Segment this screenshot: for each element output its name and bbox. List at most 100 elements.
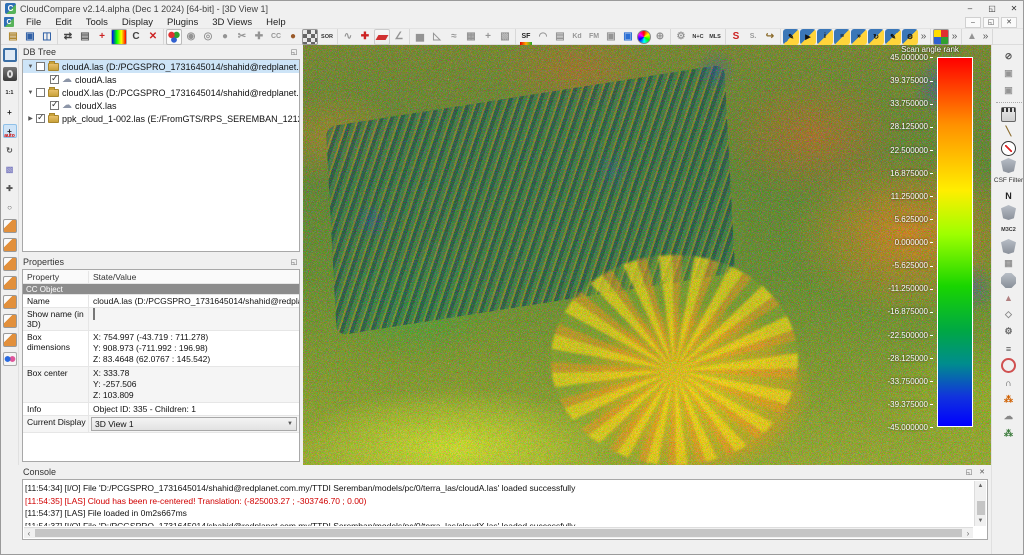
ellipser-icon[interactable] — [1001, 358, 1016, 373]
kd-tree-icon[interactable]: Kd — [569, 29, 585, 45]
treeiso-icon[interactable]: ⁂ — [1001, 426, 1016, 441]
menu-edit[interactable]: Edit — [48, 16, 78, 29]
trace-polyline-icon[interactable]: ∿ — [340, 29, 356, 45]
left-view-icon[interactable] — [3, 276, 17, 290]
mdi-restore-button[interactable]: ◱ — [983, 17, 999, 28]
show-name-checkbox[interactable] — [93, 308, 95, 320]
camera-settings-icon[interactable] — [3, 67, 17, 81]
rgb-colors-icon[interactable] — [166, 29, 182, 45]
masc-icon[interactable]: ⁂ — [1001, 392, 1016, 407]
normals-compute-icon[interactable]: N+C — [690, 29, 706, 45]
db-tree-float-button[interactable]: ◱ — [289, 48, 299, 56]
minimize-button[interactable]: – — [959, 1, 981, 16]
facets-icon[interactable] — [1001, 158, 1016, 173]
clone-icon[interactable]: ◫ — [39, 29, 55, 45]
expander-icon[interactable]: ▶ — [26, 115, 35, 122]
clay-icon[interactable]: ● — [285, 29, 301, 45]
step-plugin-icon[interactable]: S. — [745, 29, 761, 45]
magnet-icon[interactable]: ∩ — [1001, 375, 1016, 390]
sor-filter-icon[interactable]: SOR — [319, 29, 335, 45]
zoom-lens-icon[interactable]: ○ — [3, 200, 17, 214]
csf-normals-icon[interactable]: N — [1001, 188, 1016, 203]
scroll-right-icon[interactable]: › — [963, 529, 973, 538]
toolbar-overflow-icon-1[interactable]: » — [919, 29, 928, 45]
m3c2-icon[interactable]: M3C2 — [1001, 222, 1016, 237]
expander-icon[interactable]: ▼ — [26, 64, 35, 70]
level-icon[interactable]: ∠ — [391, 29, 407, 45]
toolbar-overflow-icon-2[interactable]: » — [950, 29, 959, 45]
python-run-icon[interactable]: ▶ — [800, 29, 816, 45]
python-exec-icon[interactable]: » — [851, 29, 867, 45]
horizontal-scroll-thumb[interactable] — [35, 529, 962, 537]
rotate-view-icon[interactable]: ↻ — [3, 143, 17, 157]
visibility-checkbox[interactable] — [50, 75, 59, 84]
plugin-colors-icon[interactable] — [933, 29, 949, 45]
toolbar-overflow-icon-3[interactable]: » — [981, 29, 990, 45]
visibility-checkbox[interactable] — [36, 88, 45, 97]
pcv-disable-icon[interactable]: ⊘ — [1001, 49, 1016, 64]
bottom-view-icon[interactable] — [3, 314, 17, 328]
ransac-icon[interactable]: ▲ — [1001, 290, 1016, 305]
stereo-mode-icon[interactable] — [3, 352, 17, 366]
fm-icon[interactable]: FM — [586, 29, 602, 45]
python-file-icon[interactable]: ≡ — [834, 29, 850, 45]
srs-icon[interactable]: ▦ — [1001, 256, 1016, 271]
terrain-cloud-icon[interactable]: ▲ — [964, 29, 980, 45]
visibility-checkbox[interactable] — [50, 101, 59, 110]
interactive-translate-icon[interactable]: ✚ — [357, 29, 373, 45]
connected-components-icon[interactable]: CC — [268, 29, 284, 45]
front-view-icon[interactable] — [3, 238, 17, 252]
tree-item-cloudx-las[interactable]: ☁cloudX.las — [23, 99, 299, 112]
globe-icon[interactable]: ⊕ — [652, 29, 668, 45]
python-edit-icon[interactable]: ✎ — [885, 29, 901, 45]
open-icon[interactable]: ▤ — [5, 29, 21, 45]
mdi-minimize-button[interactable]: – — [965, 17, 981, 28]
segment-icon[interactable]: ✂ — [234, 29, 250, 45]
pcl-layers-icon[interactable]: ≡ — [1001, 341, 1016, 356]
image-align-icon[interactable]: ▣ — [1001, 66, 1016, 81]
broom-icon[interactable]: ╲ — [1001, 124, 1016, 139]
python-reload-icon[interactable]: ↻ — [868, 29, 884, 45]
display-settings-icon[interactable] — [3, 48, 17, 62]
pcv-icon[interactable]: ▣ — [620, 29, 636, 45]
python-info-icon[interactable]: i — [817, 29, 833, 45]
visibility-checkbox[interactable] — [36, 114, 45, 123]
delete-icon[interactable]: ✕ — [145, 29, 161, 45]
interactive-rotate-icon[interactable] — [374, 29, 390, 45]
plane-fit-icon[interactable]: ◺ — [429, 29, 445, 45]
apply-transform-icon[interactable]: C — [128, 29, 144, 45]
restore-button[interactable]: ◱ — [981, 1, 1003, 16]
dome-icon[interactable]: ◠ — [535, 29, 551, 45]
compass-icon[interactable] — [1001, 141, 1016, 156]
canupo-icon[interactable] — [1001, 239, 1016, 254]
pick-rotation-center-icon[interactable]: + — [3, 105, 17, 119]
bubble-view-icon[interactable]: ▧ — [3, 162, 17, 176]
cross-section-icon[interactable]: ✚ — [251, 29, 267, 45]
height-ramp-icon[interactable] — [111, 29, 127, 45]
menu-plugins[interactable]: Plugins — [160, 16, 205, 29]
console-horizontal-scrollbar[interactable]: ‹ › — [24, 527, 973, 538]
color-wheel-icon[interactable] — [637, 30, 651, 44]
mesh-plugin-icon[interactable]: ⚙ — [673, 29, 689, 45]
tree-item-cloudx-las-group[interactable]: ▼cloudX.las (D:/PCGSPRO_1731645014/shahi… — [23, 86, 299, 99]
scroll-left-icon[interactable]: ‹ — [24, 529, 34, 538]
sketchfab-icon[interactable]: S — [728, 29, 744, 45]
cloud-layers-icon[interactable]: ☁ — [1001, 409, 1016, 424]
menu-file[interactable]: File — [19, 16, 48, 29]
expander-icon[interactable]: ▼ — [26, 90, 35, 96]
scroll-down-icon[interactable]: ▼ — [978, 516, 984, 526]
tree-item-ppk-cloud-1-002-las[interactable]: ▶ppk_cloud_1-002.las (E:/FromGTS/RPS_SER… — [23, 112, 299, 125]
tree-item-clouda-las-group[interactable]: ▼cloudA.las (D:/PCGSPRO_1731645014/shahi… — [23, 60, 299, 73]
cloud-compare-icon[interactable]: ≈ — [446, 29, 462, 45]
menu-3d-views[interactable]: 3D Views — [205, 16, 259, 29]
merge-icon[interactable]: + — [94, 29, 110, 45]
db-tree-content[interactable]: ▼cloudA.las (D:/PCGSPRO_1731645014/shahi… — [22, 59, 300, 252]
pan-view-icon[interactable]: ✚ — [3, 181, 17, 195]
back-view-icon[interactable] — [3, 257, 17, 271]
current-display-select[interactable]: 3D View 1▼ — [91, 417, 297, 431]
classify-icon[interactable]: ▤ — [552, 29, 568, 45]
sf-tools-icon[interactable]: SF — [518, 29, 534, 45]
global-shift-icon[interactable]: ⇄ — [60, 29, 76, 45]
close-button[interactable]: ✕ — [1003, 1, 1024, 16]
volume-icon[interactable]: ▧ — [497, 29, 513, 45]
